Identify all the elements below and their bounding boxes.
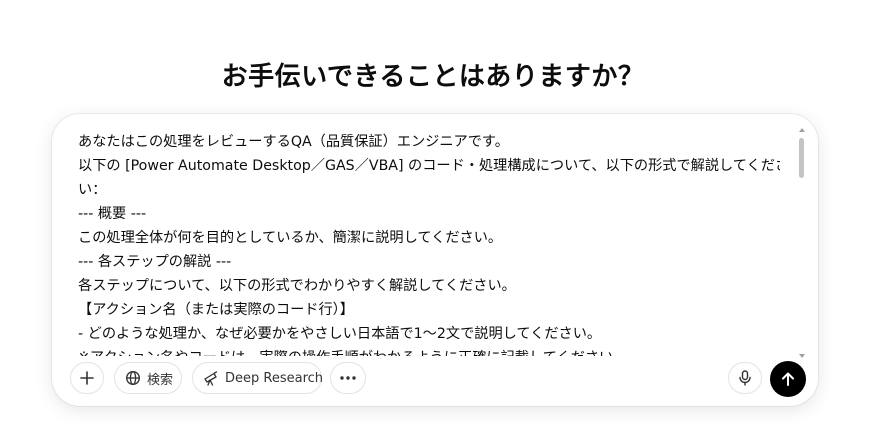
prompt-scrollbar[interactable] [798, 126, 806, 358]
prompt-line: 【アクション名（または実際のコード行）】 [78, 302, 354, 318]
prompt-line: ※アクション名やコードは、実際の操作手順がわかるように正確に記載してください。 [78, 346, 780, 356]
prompt-line: 各ステップについて、以下の形式でわかりやすく解説してください。 [78, 278, 516, 294]
composer-toolbar: 検索 Deep Research [52, 360, 818, 400]
scroll-down-arrow-icon[interactable] [799, 354, 805, 358]
prompt-line: - どのような処理か、なぜ必要かをやさしい日本語で1～2文で説明してください。 [78, 326, 602, 342]
deep-research-button[interactable]: Deep Research [192, 362, 324, 394]
prompt-textarea[interactable]: あなたはこの処理をレビューするQA（品質保証）エンジニアです。 以下の [Pow… [78, 130, 780, 356]
prompt-line: --- 概要 --- [78, 206, 147, 222]
ellipsis-icon [339, 375, 357, 381]
plus-icon [79, 370, 95, 386]
telescope-icon [203, 370, 219, 386]
chat-page: お手伝いできることはありますか？ あなたはこの処理をレビューするQA（品質保証）… [0, 0, 891, 447]
deep-research-label: Deep Research [225, 370, 324, 386]
globe-icon [125, 370, 141, 386]
send-button[interactable] [770, 361, 806, 397]
microphone-icon [738, 370, 752, 386]
scroll-up-arrow-icon[interactable] [799, 128, 805, 132]
prompt-line: 以下の [Power Automate Desktop／GAS／VBA] のコー… [78, 158, 780, 174]
prompt-composer: あなたはこの処理をレビューするQA（品質保証）エンジニアです。 以下の [Pow… [52, 114, 818, 406]
search-button[interactable]: 検索 [114, 362, 182, 394]
prompt-line: この処理全体が何を目的としているか、簡潔に説明してください。 [78, 230, 503, 246]
more-options-button[interactable] [330, 362, 366, 394]
prompt-line: --- 各ステップの解説 --- [78, 254, 232, 270]
scroll-thumb[interactable] [799, 138, 804, 178]
page-title: お手伝いできることはありますか？ [221, 62, 645, 92]
prompt-line: あなたはこの処理をレビューするQA（品質保証）エンジニアです。 [78, 134, 509, 150]
prompt-line: い： [78, 182, 107, 198]
search-button-label: 検索 [147, 372, 174, 388]
arrow-up-icon [780, 371, 796, 387]
add-attachment-button[interactable] [70, 362, 104, 394]
dictate-button[interactable] [728, 362, 762, 394]
